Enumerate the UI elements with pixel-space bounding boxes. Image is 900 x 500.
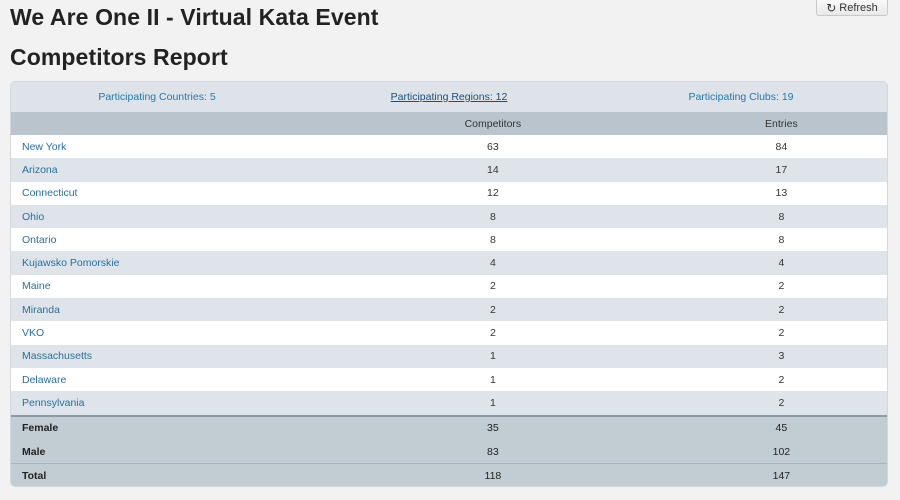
competitors-count: 8 (310, 228, 676, 252)
region-name: Ontario (11, 228, 310, 252)
competitors-count: 83 (310, 439, 676, 464)
totals-label: Male (11, 439, 310, 464)
entries-count: 102 (675, 439, 887, 464)
competitors-count: 8 (310, 204, 676, 229)
entries-count: 4 (675, 251, 887, 275)
table-row: Pennsylvania 1 2 (11, 391, 887, 416)
entries-count: 8 (675, 228, 887, 252)
participating-clubs-link[interactable]: Participating Clubs: 19 (595, 91, 887, 103)
column-header-entries: Entries (675, 112, 887, 135)
competitors-count: 118 (310, 463, 676, 486)
competitors-count: 1 (310, 367, 676, 392)
male-totals-row: Male 83 102 (11, 439, 887, 464)
region-name: New York (11, 135, 310, 159)
entries-count: 3 (675, 344, 887, 368)
grand-total-row: Total 118 147 (11, 463, 887, 486)
entries-count: 13 (675, 181, 887, 205)
entries-count: 84 (675, 135, 887, 159)
entries-count: 2 (675, 367, 887, 392)
entries-count: 8 (675, 204, 887, 229)
region-name: Connecticut (11, 181, 310, 205)
table-row: Kujawsko Pomorskie 4 4 (11, 251, 887, 275)
entries-count: 17 (675, 158, 887, 182)
table-row: Miranda 2 2 (11, 298, 887, 322)
competitors-count: 14 (310, 158, 676, 182)
region-name: Delaware (11, 367, 310, 392)
participating-regions-link[interactable]: Participating Regions: 12 (303, 91, 595, 103)
competitors-count: 4 (310, 251, 676, 275)
table-row: VKO 2 2 (11, 321, 887, 345)
table-row: Ohio 8 8 (11, 204, 887, 229)
table-row: New York 63 84 (11, 135, 887, 159)
competitors-count: 1 (310, 391, 676, 416)
report-panel: Participating Countries: 5 Participating… (10, 81, 888, 487)
region-name: Pennsylvania (11, 391, 310, 416)
competitors-report-page: We Are One II - Virtual Kata Event Compe… (0, 0, 900, 500)
totals-label: Female (11, 414, 310, 440)
competitors-count: 2 (310, 298, 676, 322)
region-name: Arizona (11, 158, 310, 182)
competitors-count: 2 (310, 321, 676, 345)
entries-count: 147 (675, 463, 887, 486)
competitors-count: 2 (310, 274, 676, 299)
participating-countries-link[interactable]: Participating Countries: 5 (11, 91, 303, 103)
competitors-count: 12 (310, 181, 676, 205)
table-row: Massachusetts 1 3 (11, 344, 887, 368)
refresh-icon: ↻ (826, 0, 837, 15)
table-row: Arizona 14 17 (11, 158, 887, 182)
table-row: Maine 2 2 (11, 274, 887, 299)
column-header-region (11, 112, 310, 135)
region-name: Miranda (11, 298, 310, 322)
female-totals-row: Female 35 45 (11, 414, 887, 440)
entries-count: 2 (675, 298, 887, 322)
refresh-button[interactable]: ↻ Refresh (816, 0, 888, 16)
event-title: We Are One II - Virtual Kata Event (10, 4, 379, 30)
competitors-table: Competitors Entries New York 63 84 Arizona… (11, 112, 887, 486)
table-header-row: Competitors Entries (11, 112, 887, 135)
entries-count: 45 (675, 414, 887, 440)
totals-label: Total (11, 463, 310, 486)
region-name: Ohio (11, 204, 310, 229)
region-name: Kujawsko Pomorskie (11, 251, 310, 275)
region-name: Massachusetts (11, 344, 310, 368)
entries-count: 2 (675, 274, 887, 299)
participation-summary: Participating Countries: 5 Participating… (11, 82, 887, 112)
competitors-count: 35 (310, 414, 676, 440)
entries-count: 2 (675, 321, 887, 345)
refresh-button-label: Refresh (839, 1, 878, 14)
competitors-count: 63 (310, 135, 676, 159)
region-name: VKO (11, 321, 310, 345)
table-row: Ontario 8 8 (11, 228, 887, 252)
table-row: Delaware 1 2 (11, 367, 887, 392)
column-header-competitors: Competitors (310, 112, 676, 135)
competitors-count: 1 (310, 344, 676, 368)
region-name: Maine (11, 274, 310, 299)
entries-count: 2 (675, 391, 887, 416)
page-title: Competitors Report (10, 44, 228, 70)
table-row: Connecticut 12 13 (11, 181, 887, 205)
